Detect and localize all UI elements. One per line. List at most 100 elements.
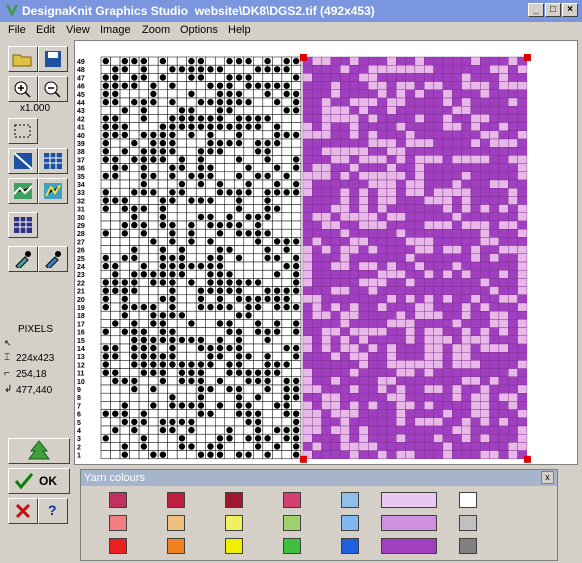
color-cell: [312, 105, 322, 115]
help-button[interactable]: ?: [38, 498, 68, 524]
image-view-button[interactable]: [8, 178, 38, 204]
yarn-swatch[interactable]: [167, 515, 185, 531]
yarn-swatch[interactable]: [283, 492, 301, 508]
yarn-swatch[interactable]: [225, 538, 243, 554]
yarn-swatch[interactable]: [381, 515, 437, 531]
yarn-swatch[interactable]: [381, 538, 437, 554]
chart-cell: [129, 368, 140, 378]
menu-file[interactable]: File: [8, 24, 26, 36]
yarn-swatch[interactable]: [167, 538, 185, 554]
yarn-swatch[interactable]: [341, 492, 359, 508]
row-number: 48: [77, 67, 85, 74]
color-cell: [480, 196, 490, 205]
stitch-grid[interactable]: 4948474645444342414039383736353433323130…: [75, 41, 577, 464]
stitch-dot: [150, 131, 157, 139]
yarn-swatch[interactable]: [459, 492, 477, 508]
save-button[interactable]: [38, 46, 68, 72]
color-cell: [405, 294, 416, 304]
stitch-dot: [140, 328, 148, 335]
color-cell: [386, 245, 397, 255]
maximize-button[interactable]: □: [545, 3, 561, 17]
color-cell: [349, 294, 360, 304]
chart-cell: [100, 245, 111, 255]
chart-view-button[interactable]: [38, 148, 68, 174]
close-button[interactable]: ×: [562, 3, 578, 17]
yarn-panel-close-button[interactable]: x: [541, 471, 554, 484]
color-cell: [414, 73, 425, 82]
color-cell: [368, 261, 378, 271]
chart-cell: [129, 179, 140, 189]
color-cell: [470, 319, 481, 328]
color-cell: [302, 187, 313, 197]
color-cell: [330, 442, 341, 451]
menu-options[interactable]: Options: [180, 24, 218, 36]
yarn-swatch[interactable]: [109, 538, 127, 554]
chart-cell: [119, 237, 130, 246]
eyedropper-button[interactable]: [8, 246, 38, 272]
chart-cell: [272, 433, 283, 443]
map-view-button[interactable]: [38, 178, 68, 204]
color-cell: [349, 368, 360, 378]
yarn-swatch[interactable]: [167, 492, 185, 508]
menu-zoom[interactable]: Zoom: [142, 24, 170, 36]
eyedropper-alt-button[interactable]: [38, 246, 68, 272]
color-cell: [480, 311, 490, 320]
row-number: 39: [77, 141, 85, 148]
zoom-in-button[interactable]: [8, 76, 38, 102]
stitch-dot: [207, 287, 214, 294]
color-cell: [461, 352, 472, 361]
chart-cell: [129, 450, 140, 460]
stitch-dot: [159, 279, 167, 286]
color-cell: [433, 434, 444, 443]
ok-button[interactable]: OK: [8, 468, 70, 494]
chart-cell: [157, 228, 168, 238]
stitch-dot: [283, 90, 290, 98]
stitch-dot: [131, 156, 138, 163]
stitch-dot: [121, 148, 128, 155]
design-canvas[interactable]: 49 48 47 46 45 44 43 42 41 40 39 38 37 36 35 34 33 32 31 30…: [74, 40, 578, 465]
yarn-swatch[interactable]: [459, 538, 477, 554]
yarn-swatch[interactable]: [225, 492, 243, 508]
yarn-swatch[interactable]: [109, 492, 127, 508]
knit-button[interactable]: [8, 438, 70, 464]
palette-grid-button[interactable]: [8, 212, 38, 238]
color-cell: [452, 89, 462, 99]
menu-edit[interactable]: Edit: [36, 24, 55, 36]
color-cell: [386, 56, 397, 66]
cancel-button[interactable]: [8, 498, 38, 524]
color-cell: [442, 294, 453, 304]
color-cell: [461, 261, 472, 271]
menu-help[interactable]: Help: [228, 24, 251, 36]
stitch-dot: [207, 82, 214, 89]
chart-cell: [167, 105, 178, 115]
yarn-swatch[interactable]: [341, 538, 359, 554]
chart-cell: [272, 245, 283, 255]
chart-cell: [253, 187, 264, 197]
yarn-swatch[interactable]: [109, 515, 127, 531]
select-area-button[interactable]: [8, 118, 38, 144]
grid-view-button[interactable]: [8, 148, 38, 174]
minimize-button[interactable]: _: [528, 3, 544, 17]
color-cell: [470, 311, 481, 320]
chart-cell: [195, 425, 206, 435]
menu-image[interactable]: Image: [100, 24, 131, 36]
yarn-swatch[interactable]: [283, 515, 301, 531]
yarn-swatch[interactable]: [225, 515, 243, 531]
chart-cell: [157, 433, 168, 443]
zoom-out-button[interactable]: [38, 76, 68, 102]
yarn-swatch[interactable]: [459, 515, 477, 531]
menu-view[interactable]: View: [66, 24, 90, 36]
yarn-swatch[interactable]: [381, 492, 437, 508]
yarn-swatch[interactable]: [341, 515, 359, 531]
color-cell: [461, 196, 472, 205]
color-cell: [470, 434, 481, 443]
color-cell: [377, 196, 388, 205]
row-number: 34: [77, 182, 85, 189]
color-cell: [349, 311, 360, 320]
color-cell: [452, 286, 462, 296]
open-button[interactable]: [8, 46, 38, 72]
yarn-swatch[interactable]: [283, 538, 301, 554]
color-cell: [396, 425, 406, 435]
color-cell: [358, 368, 369, 378]
color-cell: [386, 409, 397, 419]
